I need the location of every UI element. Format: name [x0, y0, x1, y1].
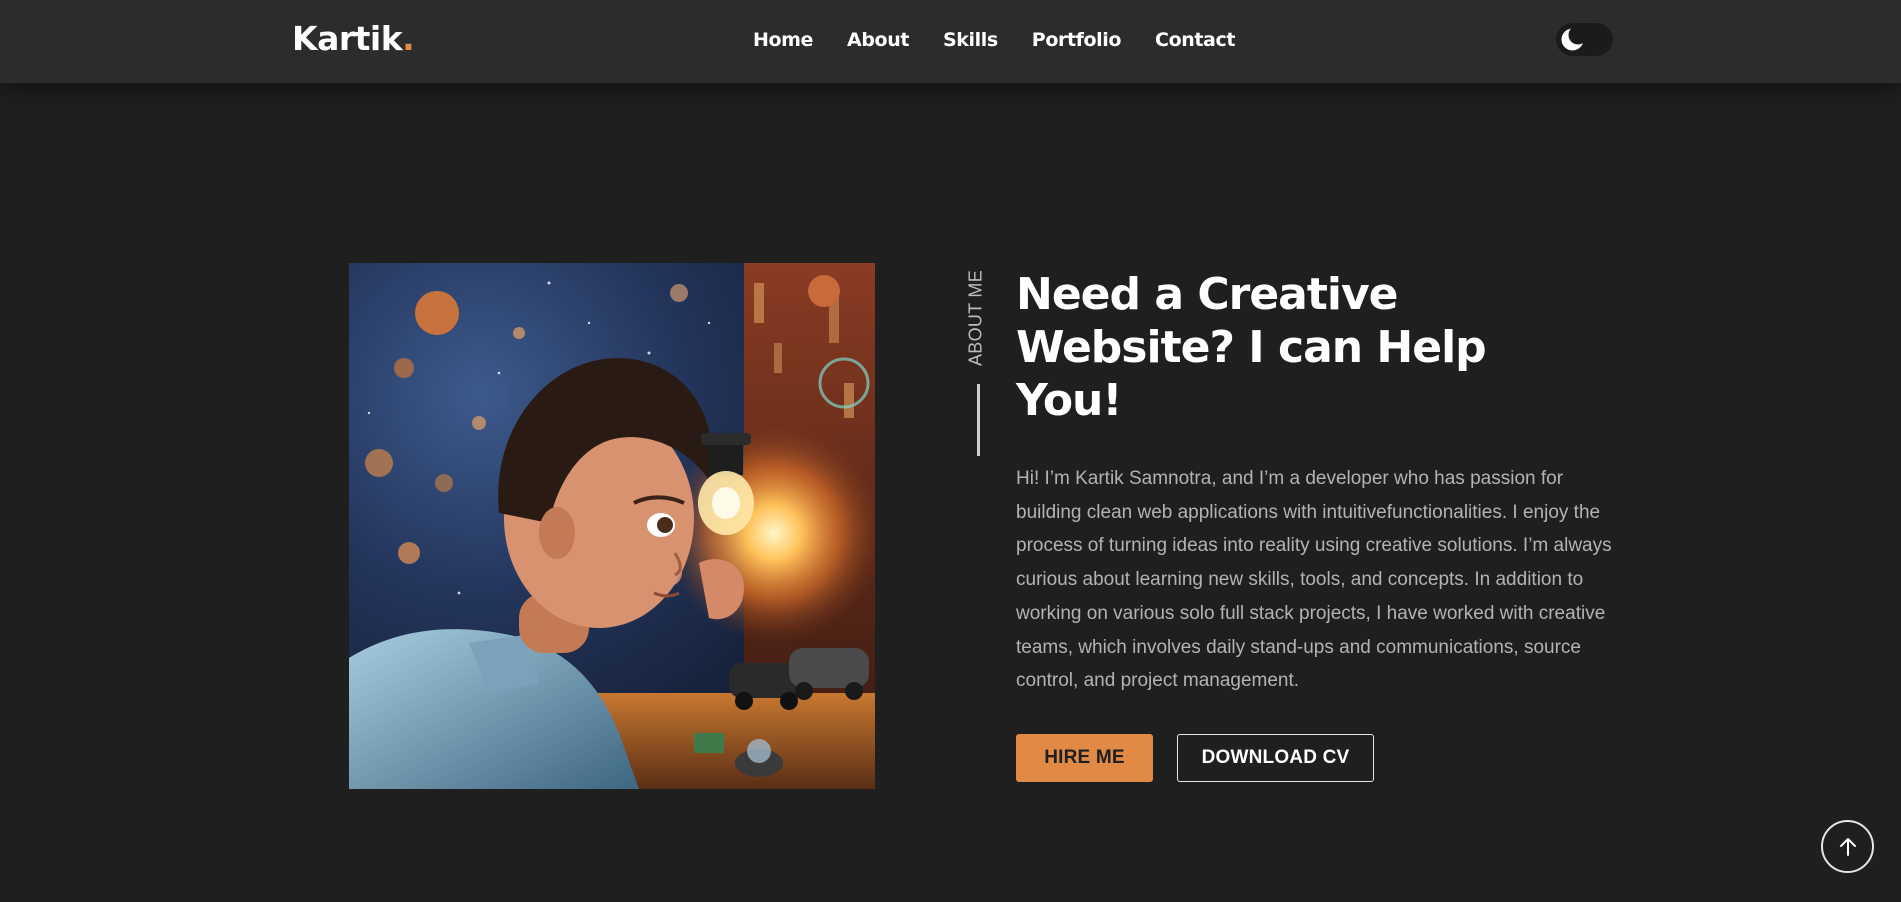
theme-toggle[interactable] [1556, 23, 1613, 56]
arrow-up-icon [1839, 837, 1856, 856]
logo-dot: . [402, 19, 415, 58]
boy-with-lightbulb-illustration [349, 263, 875, 789]
nav-about[interactable]: About [847, 25, 909, 55]
nav-home[interactable]: Home [753, 25, 813, 55]
section-label-text: ABOUT ME [965, 269, 986, 367]
site-logo[interactable]: Kartik. [292, 19, 415, 59]
site-header: Kartik. Home About Skills Portfolio Cont… [0, 0, 1901, 83]
nav-skills[interactable]: Skills [943, 25, 998, 55]
about-illustration [349, 263, 875, 789]
moon-icon [1561, 26, 1586, 51]
about-headline: Need a Creative Website? I can Help You! [1016, 269, 1487, 426]
hire-me-button[interactable]: HIRE ME [1016, 734, 1153, 782]
about-bio: Hi! I’m Kartik Samnotra, and I’m a devel… [1016, 468, 1612, 692]
nav-contact[interactable]: Contact [1155, 25, 1235, 55]
section-label: ABOUT ME [961, 268, 991, 368]
section-divider [977, 384, 980, 456]
logo-text: Kartik [292, 19, 403, 58]
scroll-to-top-button[interactable] [1821, 820, 1874, 873]
main-nav: Home About Skills Portfolio Contact [753, 25, 1269, 55]
download-cv-button[interactable]: DOWNLOAD CV [1177, 734, 1374, 782]
nav-portfolio[interactable]: Portfolio [1032, 25, 1122, 55]
